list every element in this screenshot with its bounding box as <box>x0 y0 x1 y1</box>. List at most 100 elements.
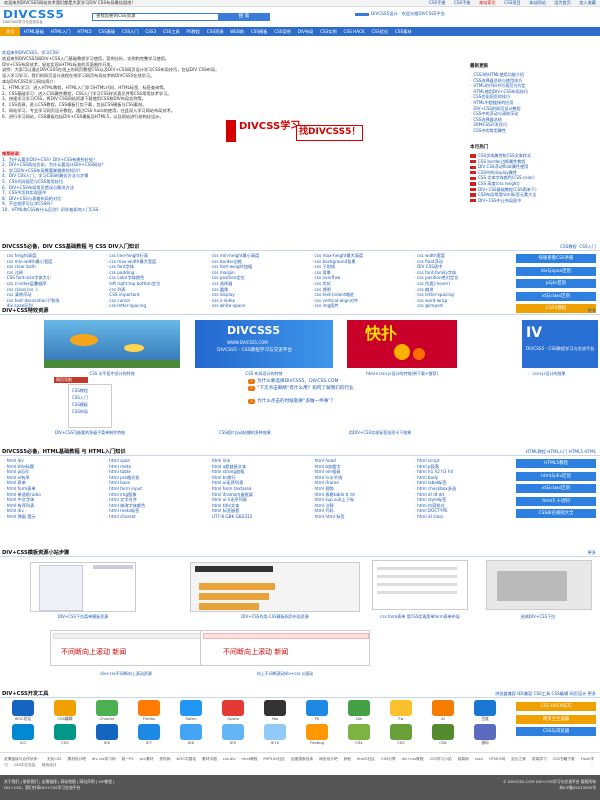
hot-item-label[interactable]: CSS字体属性和CSS文本样式 <box>478 153 531 158</box>
tool-item[interactable]: Firebug <box>298 724 336 746</box>
menu-item[interactable]: CSS教程 <box>72 387 108 394</box>
link-item[interactable]: html dl class <box>410 514 513 520</box>
template-thumb[interactable] <box>486 560 592 610</box>
tip-link[interactable]: 10、HTML和CSS有什么区别？初学者如何入门CSS <box>2 207 392 213</box>
friend-link[interactable]: 站长之家 <box>511 757 526 761</box>
top-link-6[interactable]: 设为首页 <box>554 0 571 5</box>
friend-link[interactable]: 前端学习 <box>532 757 547 761</box>
numbered-item[interactable]: 1 为什么要选择DIVCSS5，DIVCSS.COM <box>248 378 448 386</box>
effect-caption[interactable]: DIV+CSS可嵌套的多级子菜单制作特效 <box>0 430 180 435</box>
friend-link[interactable]: 素材中国 <box>202 757 217 761</box>
tool-item[interactable]: CSS <box>46 724 84 746</box>
tool-item[interactable]: IE7 <box>130 724 168 746</box>
menu-item[interactable]: CSS模板 <box>72 401 108 408</box>
tool-item[interactable]: 源码 <box>466 724 504 746</box>
friend-link[interactable]: 资讯网 <box>159 757 170 761</box>
tool-item[interactable]: Chrome <box>88 700 126 722</box>
hot-item-label[interactable]: DIV+CSS中让布局居中 <box>478 198 521 203</box>
section-link[interactable]: 更多 <box>588 691 596 696</box>
quick-button[interactable]: id与class区别 <box>516 484 596 493</box>
friend-link[interactable]: 前一PS <box>122 757 134 761</box>
tool-item[interactable]: 百度 <box>466 700 504 722</box>
template-thumb[interactable] <box>30 562 136 612</box>
section-link[interactable]: CSS工具 <box>534 691 551 696</box>
tool-item[interactable]: CS6 <box>424 724 462 746</box>
hot-item-label[interactable]: CSS中的display属性 <box>478 170 517 175</box>
section-link[interactable]: 网页设计 <box>570 691 587 696</box>
section-link[interactable]: HTML <box>584 449 596 454</box>
hot-item-label[interactable]: CSS布局常用html标签元素大全 <box>478 192 536 197</box>
tool-item[interactable]: IE10 <box>256 724 294 746</box>
friend-link[interactable]: css4 <box>475 757 483 761</box>
section-link[interactable]: CSS编辑 <box>552 691 569 696</box>
top-link-7[interactable]: 加入收藏 <box>579 0 596 5</box>
nav-item[interactable]: CSS素材 <box>392 27 415 36</box>
top-link-2[interactable]: CSS手册 <box>454 0 471 5</box>
friend-link[interactable]: html教程 <box>242 757 258 761</box>
friend-link[interactable]: pcc素材 <box>140 757 154 761</box>
header-right-text[interactable]: DIVCSS5设计 · 欢迎光临DIVCSS5平台 <box>371 11 445 16</box>
section-link[interactable]: 浏览器兼容 <box>495 691 516 696</box>
nav-item[interactable]: HTML基础 <box>20 27 47 36</box>
hot-item[interactable]: DIV+CSS中让布局居中 <box>470 198 598 204</box>
friend-link[interactable]: W3C中国站 <box>176 757 196 761</box>
quick-button[interactable]: html5 十进制 <box>516 496 596 506</box>
scroll-news-demo[interactable]: 不间断向上滚动 新闻 <box>200 630 370 666</box>
numbered-item-label[interactable]: 为什么要选择DIVCSS5，DIVCSS.COM <box>257 379 338 384</box>
tool-item[interactable]: Safari <box>172 700 210 722</box>
friend-link[interactable]: CSS学习小站 <box>430 757 452 761</box>
template-caption[interactable]: DIV+CSS下拉菜单模板资源 <box>20 614 146 619</box>
friend-link[interactable]: CSS书籍下载 <box>553 757 575 761</box>
friend-link[interactable]: 网页设计吧 <box>319 757 337 761</box>
tool-item[interactable]: ICO <box>4 724 42 746</box>
tool-item[interactable]: Yeo <box>256 700 294 722</box>
top-link-1[interactable]: CSS手册 <box>429 0 446 5</box>
tool-item[interactable]: PS <box>298 700 336 722</box>
nav-item[interactable]: HTML5 <box>74 27 95 36</box>
quick-button[interactable]: CSS命名规则大全 <box>516 509 596 518</box>
friend-link[interactable]: css-div <box>223 757 236 761</box>
nav-item[interactable]: CSS优化 <box>368 27 391 36</box>
tool-item[interactable]: Ai <box>424 700 462 722</box>
tool-item[interactable]: CS5 <box>382 724 420 746</box>
nav-item[interactable]: CSS基础 <box>95 27 118 36</box>
friend-link[interactable]: 网页设计 <box>42 763 57 767</box>
tool-item[interactable]: Opera <box>214 700 252 722</box>
numbered-item-label[interactable]: “下次点击眼睛”有什么用？如何了解我们的行业 <box>257 386 354 391</box>
menu-item[interactable]: CSS入门 <box>72 394 108 401</box>
numbered-item-label[interactable]: 为什么点击的时候就要“多做一件事”？ <box>257 399 335 404</box>
template-thumb[interactable] <box>190 562 360 612</box>
friend-link[interactable]: 前端网 <box>458 757 469 761</box>
nav-item[interactable]: HTML入门 <box>47 27 74 36</box>
effect-caption[interactable]: css+js设计的效果 <box>500 371 598 376</box>
top-link-4[interactable]: CSS项目 <box>504 0 521 5</box>
effect-thumb[interactable]: 快扑 <box>347 320 457 368</box>
nav-item[interactable]: DIV布局 <box>294 27 316 36</box>
nav-item[interactable]: CSS实例 <box>317 27 340 36</box>
quick-button[interactable]: div与span区别 <box>516 266 596 276</box>
quick-button[interactable]: CSS HACK技巧 <box>516 702 596 711</box>
hot-item-label[interactable]: DIV CSS浮动float属性使用 <box>478 164 528 169</box>
section-more[interactable]: 更多 <box>588 550 596 555</box>
template-caption[interactable]: DIV+CSS作用-CSS模板网页布局资源 <box>185 614 365 619</box>
numbered-item[interactable]: 2 “下次点击眼睛”有什么用？如何了解我们的行业 <box>248 386 448 392</box>
effect-caption[interactable]: CSS图片自动轮播的多种效果 <box>180 430 310 435</box>
tool-item[interactable]: Fw <box>382 700 420 722</box>
tool-item[interactable]: Dw <box>340 700 378 722</box>
effect-thumb[interactable] <box>44 320 180 368</box>
hot-item-label[interactable]: CSS 文本字体颜色(CSS color) <box>478 175 535 180</box>
section-link[interactable]: HTML入门 <box>547 449 567 454</box>
nav-home[interactable]: 首页 <box>0 27 21 36</box>
effect-caption[interactable]: html+css+js设计的特效(带下载+推荐) <box>347 371 457 376</box>
tool-item[interactable]: CSS编辑 <box>46 700 84 722</box>
section-link[interactable]: HTML教程 <box>526 449 546 454</box>
template-thumb[interactable] <box>372 560 468 610</box>
quick-button[interactable]: id与class区别 <box>516 291 596 301</box>
link-item[interactable]: html 弹窗 提示 <box>0 514 103 520</box>
nav-item[interactable]: CSS3 <box>142 27 160 36</box>
section-link[interactable]: CSS教程 <box>560 244 577 249</box>
effect-thumb[interactable]: 网页导航 CSS教程 CSS入门 CSS模板 CSS布局 <box>52 376 178 428</box>
template-caption[interactable]: 向上不间断滚动div+css js滚动 <box>200 671 370 676</box>
effect-thumb[interactable]: DIVCSS5 WWW.DIVCSS5.COM DIVCSS5 - CSS教程学… <box>195 320 333 368</box>
nav-item[interactable]: CSS入门 <box>119 27 142 36</box>
